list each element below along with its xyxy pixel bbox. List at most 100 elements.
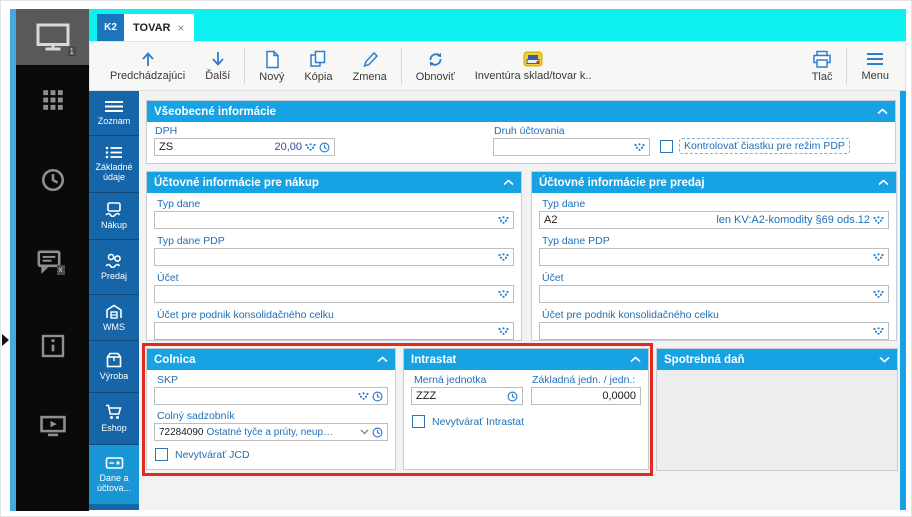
merna-jednotka-label: Merná jednotka xyxy=(414,374,487,386)
field-value: A2 xyxy=(544,214,558,226)
predaj-ucet-label: Účet xyxy=(542,272,564,284)
panel-uctovne-predaj: Účtovné informácie pre predaj Typ dane A… xyxy=(531,171,897,341)
panel-title: Účtovné informácie pre predaj xyxy=(539,176,705,189)
previous-button[interactable]: Predchádzajúci xyxy=(100,42,195,90)
change-button[interactable]: Zmena xyxy=(342,42,396,90)
chevron-down-icon[interactable] xyxy=(360,429,369,435)
next-label: Ďalší xyxy=(205,70,231,82)
colny-sadzobnik-input[interactable]: 72284090 Ostatné tyče a prúty, neuprav..… xyxy=(154,423,388,441)
merna-jednotka-input[interactable]: ZZZ xyxy=(411,387,523,405)
tab-tovar[interactable]: TOVAR × xyxy=(124,14,194,41)
nakup-ucet-konsolidacny-input[interactable] xyxy=(154,322,514,340)
bulleted-list-icon xyxy=(105,146,122,159)
panel-header-nakup[interactable]: Účtovné informácie pre nákup xyxy=(147,172,521,193)
combo-dropdown-icon[interactable] xyxy=(498,327,509,335)
panel-header-vseobecne[interactable]: Všeobecné informácie xyxy=(147,101,895,122)
druh-uctovania-input[interactable] xyxy=(493,138,650,156)
nav-item-dane-a-uctovanie[interactable]: Dane a účtova... xyxy=(89,445,139,505)
field-value: ZZZ xyxy=(416,390,437,402)
nevytvarat-intrastat-label[interactable]: Nevytvárať Intrastat xyxy=(432,416,524,428)
combo-dropdown-icon[interactable] xyxy=(873,290,884,298)
printer-icon xyxy=(813,50,831,68)
nav-item-nakup[interactable]: Nákup xyxy=(89,193,139,240)
combo-dropdown-icon[interactable] xyxy=(305,143,316,151)
combo-dropdown-icon[interactable] xyxy=(498,290,509,298)
panel-header-intrastat[interactable]: Intrastat xyxy=(404,349,648,370)
pdp-checkbox[interactable] xyxy=(660,140,673,153)
nakup-ucet-input[interactable] xyxy=(154,285,514,303)
expand-chevron-down-icon[interactable] xyxy=(879,356,890,363)
typ-dane-hint: len KV:A2-komodity §69 ods.12 xyxy=(716,214,870,226)
nav-item-zakladne-udaje[interactable]: Základné údaje xyxy=(89,136,139,193)
panel-header-spotrebna-dan[interactable]: Spotrebná daň xyxy=(657,349,897,370)
collapse-chevron-up-icon[interactable] xyxy=(630,356,641,363)
desktop-switcher-button[interactable]: 1 xyxy=(16,9,89,65)
nevytvarat-jcd-label[interactable]: Nevytvárať JCD xyxy=(175,449,250,461)
predaj-ucet-input[interactable] xyxy=(539,285,889,303)
right-accent-strip[interactable] xyxy=(900,91,906,510)
predaj-typ-dane-pdp-input[interactable] xyxy=(539,248,889,266)
panel-uctovne-nakup: Účtovné informácie pre nákup Typ dane Ty… xyxy=(146,171,522,341)
apps-grid-button[interactable] xyxy=(16,89,89,111)
history-clock-icon[interactable] xyxy=(372,391,383,402)
toolbar: Predchádzajúci Ďalší Nový Kópia Zmena Ob… xyxy=(89,41,906,91)
copy-button[interactable]: Kópia xyxy=(294,42,342,90)
pdp-checkbox-label[interactable]: Kontrolovať čiastku pre režim PDP xyxy=(679,138,850,154)
combo-dropdown-icon[interactable] xyxy=(358,392,369,400)
refresh-button[interactable]: Obnoviť xyxy=(406,42,465,90)
predaj-ucet-konsolidacny-input[interactable] xyxy=(539,322,889,340)
tab-close-icon[interactable]: × xyxy=(178,21,185,35)
media-button[interactable] xyxy=(16,414,89,438)
nakup-typ-dane-input[interactable] xyxy=(154,211,514,229)
nav-item-eshop[interactable]: Eshop xyxy=(89,393,139,445)
predaj-typ-dane-input[interactable]: A2 len KV:A2-komodity §69 ods.12 xyxy=(539,211,889,229)
history-clock-icon[interactable] xyxy=(507,391,518,402)
menu-button[interactable]: Menu xyxy=(851,42,899,90)
panel-title: Colnica xyxy=(154,353,196,366)
combo-dropdown-icon[interactable] xyxy=(634,143,645,151)
nakup-typ-dane-pdp-input[interactable] xyxy=(154,248,514,266)
new-document-icon xyxy=(266,50,279,68)
dph-input[interactable]: ZS 20,00 xyxy=(154,138,335,156)
nav-item-predaj[interactable]: Predaj xyxy=(89,240,139,295)
history-button[interactable] xyxy=(16,167,89,193)
collapse-chevron-up-icon[interactable] xyxy=(878,179,889,186)
panel-header-predaj[interactable]: Účtovné informácie pre predaj xyxy=(532,172,896,193)
messages-button[interactable]: x xyxy=(16,249,89,275)
skp-label: SKP xyxy=(157,374,179,386)
monitor-icon xyxy=(36,23,69,51)
nevytvarat-intrastat-checkbox[interactable] xyxy=(412,415,425,428)
combo-dropdown-icon[interactable] xyxy=(498,216,509,224)
zakladna-jednotka-input[interactable]: 0,0000 xyxy=(531,387,641,405)
history-clock-icon[interactable] xyxy=(372,427,383,438)
next-button[interactable]: Ďalší xyxy=(195,42,240,90)
panel-header-colnica[interactable]: Colnica xyxy=(147,349,395,370)
new-button[interactable]: Nový xyxy=(249,42,294,90)
copy-icon xyxy=(310,50,326,67)
refresh-icon xyxy=(429,52,442,66)
nav-item-vyroba[interactable]: Výroba xyxy=(89,341,139,393)
nav-label: Eshop xyxy=(101,423,127,433)
print-button[interactable]: Tlač xyxy=(802,42,843,90)
skp-input[interactable] xyxy=(154,387,388,405)
video-player-icon xyxy=(39,415,66,437)
nav-label: Nákup xyxy=(100,220,127,230)
nav-item-zoznam[interactable]: Zoznam xyxy=(89,91,139,136)
combo-dropdown-icon[interactable] xyxy=(873,253,884,261)
info-button[interactable] xyxy=(16,334,89,358)
nevytvarat-jcd-checkbox[interactable] xyxy=(155,448,168,461)
sidebar-expander-handle[interactable] xyxy=(2,334,9,346)
inventory-button[interactable]: Inventúra sklad/tovar k.. xyxy=(465,42,602,90)
tab-k2[interactable]: K2 xyxy=(97,14,124,41)
collapse-chevron-up-icon[interactable] xyxy=(377,356,388,363)
collapse-chevron-up-icon[interactable] xyxy=(503,179,514,186)
combo-dropdown-icon[interactable] xyxy=(873,327,884,335)
history-clock-icon[interactable] xyxy=(319,142,330,153)
collapse-chevron-up-icon[interactable] xyxy=(877,108,888,115)
nav-item-wms[interactable]: WMS xyxy=(89,295,139,341)
pencil-icon xyxy=(362,51,378,67)
combo-dropdown-icon[interactable] xyxy=(873,216,884,224)
list-icon xyxy=(105,101,123,112)
combo-dropdown-icon[interactable] xyxy=(498,253,509,261)
nav-label: Zoznam xyxy=(97,116,131,126)
